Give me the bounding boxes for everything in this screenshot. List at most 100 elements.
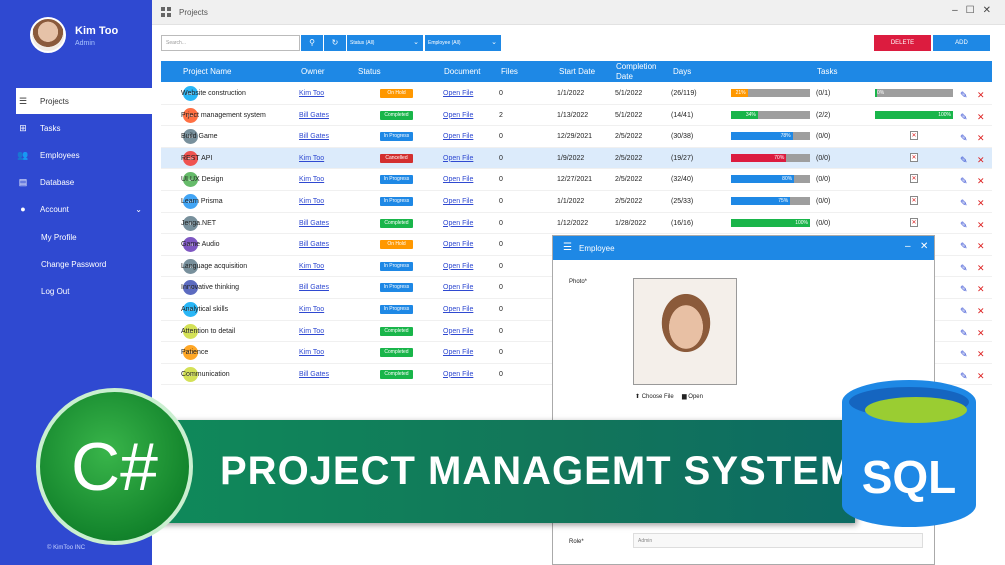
edit-icon[interactable]: ✎ <box>960 90 968 101</box>
status-badge: Cancelled <box>380 153 413 163</box>
delete-icon[interactable]: ✕ <box>977 241 985 252</box>
table-row[interactable]: UI UI UX Design Kim Too In Progress Open… <box>161 169 992 191</box>
sidebar-item-projects[interactable]: ☰ Projects <box>16 88 152 114</box>
owner-link[interactable]: Kim Too <box>299 198 324 205</box>
project-name: Communication <box>181 370 230 378</box>
edit-icon[interactable]: ✎ <box>960 263 968 274</box>
col-status[interactable]: Status <box>358 67 381 76</box>
delete-icon[interactable]: ✕ <box>977 198 985 209</box>
open-file-link[interactable]: Open File <box>443 90 473 97</box>
delete-button[interactable]: DELETE <box>874 35 931 51</box>
col-days[interactable]: Days <box>673 67 691 76</box>
close-icon[interactable]: ✕ <box>920 241 928 252</box>
edit-icon[interactable]: ✎ <box>960 112 968 123</box>
sidebar-item-database[interactable]: ▤ Database <box>16 169 152 195</box>
menu-my-profile[interactable]: My Profile <box>41 233 77 242</box>
owner-link[interactable]: Bill Gates <box>299 133 329 140</box>
open-file-link[interactable]: Open File <box>443 220 473 227</box>
progress-fill: 75% <box>731 197 791 205</box>
delete-icon[interactable]: ✕ <box>977 306 985 317</box>
add-button[interactable]: ADD <box>933 35 990 51</box>
edit-icon[interactable]: ✎ <box>960 198 968 209</box>
open-file-link[interactable]: Open File <box>443 328 473 335</box>
edit-icon[interactable]: ✎ <box>960 328 968 339</box>
owner-link[interactable]: Bill Gates <box>299 112 329 119</box>
owner-link[interactable]: Kim Too <box>299 155 324 162</box>
owner-link[interactable]: Kim Too <box>299 176 324 183</box>
col-tasks[interactable]: Tasks <box>817 67 837 76</box>
delete-icon[interactable]: ✕ <box>977 263 985 274</box>
open-file-link[interactable]: Open File <box>443 349 473 356</box>
sidebar-item-employees[interactable]: 👥 Employees <box>16 142 152 168</box>
minimize-icon[interactable]: – <box>905 241 911 252</box>
owner-link[interactable]: Bill Gates <box>299 241 329 248</box>
open-file-link[interactable]: Open File <box>443 241 473 248</box>
owner-link[interactable]: Kim Too <box>299 306 324 313</box>
owner-link[interactable]: Bill Gates <box>299 371 329 378</box>
owner-link[interactable]: Kim Too <box>299 263 324 270</box>
choose-file-button[interactable]: ⬆ Choose File <box>635 393 674 400</box>
edit-icon[interactable]: ✎ <box>960 155 968 166</box>
col-files[interactable]: Files <box>501 67 518 76</box>
owner-link[interactable]: Bill Gates <box>299 284 329 291</box>
table-row[interactable]: LP Learn Prisma Kim Too In Progress Open… <box>161 191 992 213</box>
open-file-link[interactable]: Open File <box>443 155 473 162</box>
table-row[interactable]: PE Prject management system Bill Gates C… <box>161 105 992 127</box>
col-completion-date[interactable]: Completion Date <box>616 62 666 82</box>
table-row[interactable]: RA REST API Kim Too Cancelled Open File … <box>161 147 992 170</box>
start-date: 1/12/2022 <box>557 219 589 227</box>
col-document[interactable]: Document <box>444 67 480 76</box>
col-owner[interactable]: Owner <box>301 67 325 76</box>
refresh-button[interactable]: ↻ <box>324 35 346 51</box>
edit-icon[interactable]: ✎ <box>960 176 968 187</box>
menu-icon[interactable]: ☰ <box>563 242 572 253</box>
open-button[interactable]: ▆ Open <box>682 393 703 400</box>
delete-icon[interactable]: ✕ <box>977 112 985 123</box>
owner-link[interactable]: Kim Too <box>299 90 324 97</box>
open-file-link[interactable]: Open File <box>443 284 473 291</box>
sidebar-item-account[interactable]: ● Account ⌄ <box>16 196 152 222</box>
owner-link[interactable]: Kim Too <box>299 328 324 335</box>
table-row[interactable]: JE Jenga.NET Bill Gates Completed Open F… <box>161 213 992 235</box>
table-row[interactable]: WC Website construction Kim Too On Hold … <box>161 83 992 105</box>
open-file-link[interactable]: Open File <box>443 371 473 378</box>
search-input[interactable]: Search... <box>161 35 300 51</box>
edit-icon[interactable]: ✎ <box>960 220 968 231</box>
open-file-link[interactable]: Open File <box>443 176 473 183</box>
delete-icon[interactable]: ✕ <box>977 220 985 231</box>
files-count: 0 <box>499 284 503 292</box>
owner-link[interactable]: Bill Gates <box>299 220 329 227</box>
delete-icon[interactable]: ✕ <box>977 176 985 187</box>
table-row[interactable]: BG Build Game Bill Gates In Progress Ope… <box>161 126 992 148</box>
files-count: 0 <box>499 176 503 184</box>
sidebar-item-tasks[interactable]: ⊞ Tasks <box>16 115 152 141</box>
delete-icon[interactable]: ✕ <box>977 155 985 166</box>
search-button[interactable]: ⚲ <box>301 35 323 51</box>
menu-change-password[interactable]: Change Password <box>41 260 106 269</box>
open-file-link[interactable]: Open File <box>443 133 473 140</box>
owner-link[interactable]: Kim Too <box>299 349 324 356</box>
col-start-date[interactable]: Start Date <box>559 67 595 76</box>
window-controls[interactable]: –☐✕ <box>952 5 999 16</box>
edit-icon[interactable]: ✎ <box>960 133 968 144</box>
delete-icon[interactable]: ✕ <box>977 284 985 295</box>
edit-icon[interactable]: ✎ <box>960 349 968 360</box>
delete-icon[interactable]: ✕ <box>977 349 985 360</box>
delete-icon[interactable]: ✕ <box>977 328 985 339</box>
delete-icon[interactable]: ✕ <box>977 90 985 101</box>
col-project-name[interactable]: Project Name <box>183 67 231 76</box>
edit-icon[interactable]: ✎ <box>960 241 968 252</box>
menu-log-out[interactable]: Log Out <box>41 287 69 296</box>
open-file-link[interactable]: Open File <box>443 198 473 205</box>
delete-icon[interactable]: ✕ <box>977 371 985 382</box>
open-file-link[interactable]: Open File <box>443 306 473 313</box>
open-file-link[interactable]: Open File <box>443 263 473 270</box>
employee-filter[interactable]: Employee (All) ⌄ <box>425 35 501 51</box>
edit-icon[interactable]: ✎ <box>960 284 968 295</box>
app-grid-icon <box>161 7 171 17</box>
search-icon: ⚲ <box>309 38 315 47</box>
delete-icon[interactable]: ✕ <box>977 133 985 144</box>
status-filter[interactable]: Status (All) ⌄ <box>347 35 423 51</box>
edit-icon[interactable]: ✎ <box>960 306 968 317</box>
open-file-link[interactable]: Open File <box>443 112 473 119</box>
